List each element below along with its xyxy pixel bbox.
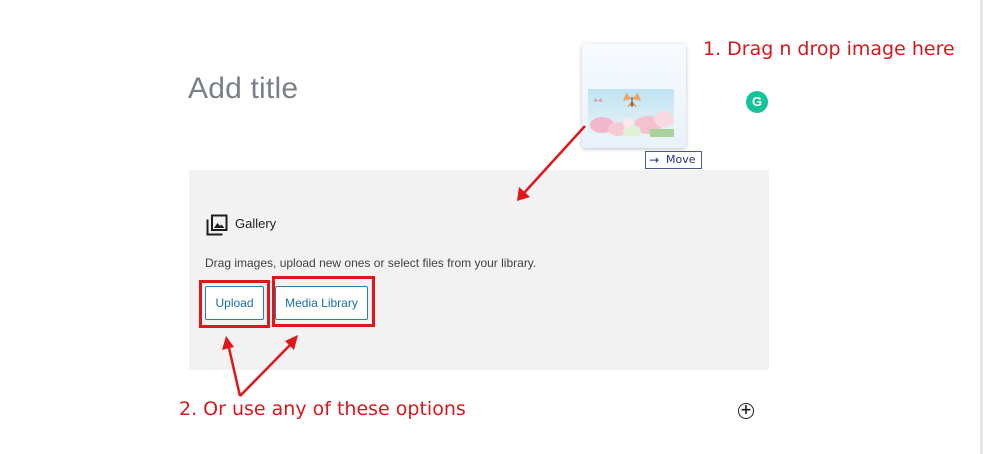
annotation-arrows [222, 125, 586, 397]
arrow-to-gallery [523, 125, 586, 194]
arrow-to-media-library [239, 343, 292, 397]
arrow-to-upload [227, 347, 242, 397]
arrow-to-upload-head [222, 336, 234, 350]
